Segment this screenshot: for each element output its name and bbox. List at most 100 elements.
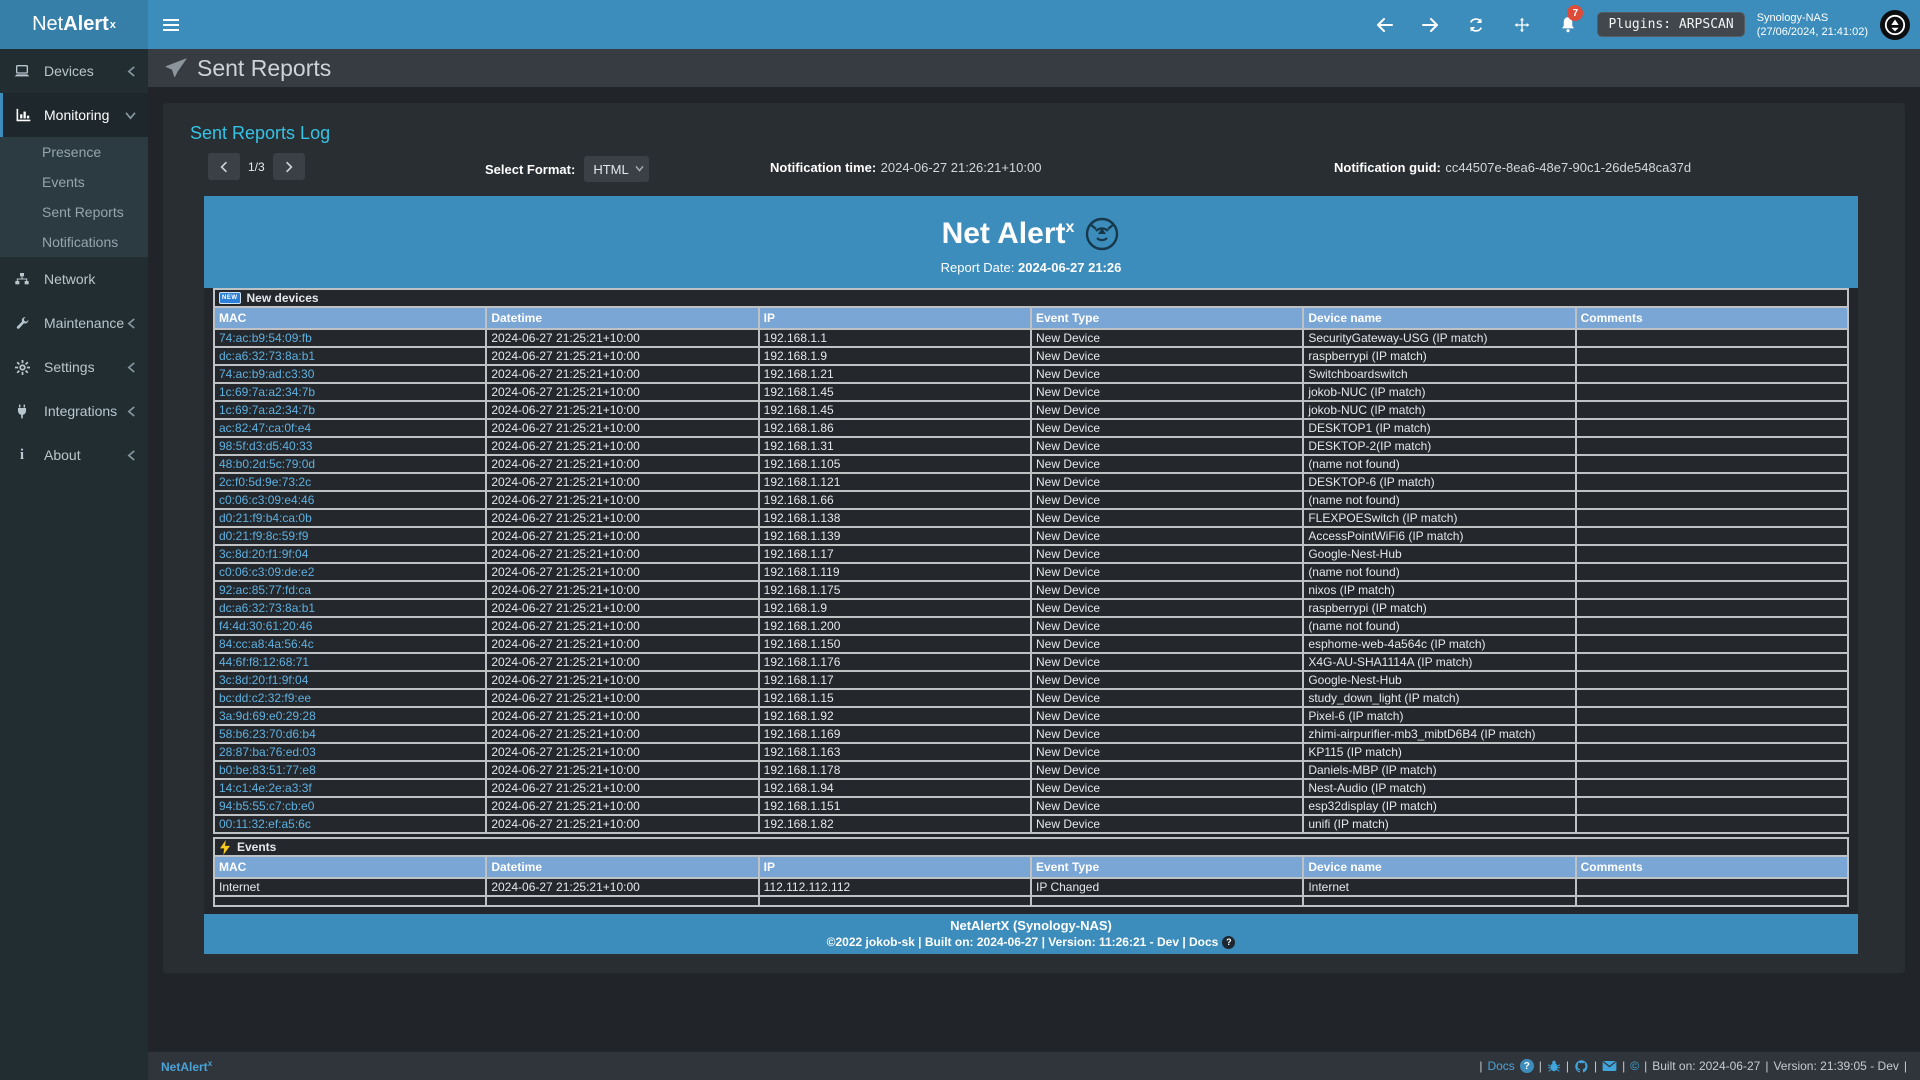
mac-link-cell[interactable]: bc:dd:c2:32:f9:ee bbox=[215, 690, 485, 706]
nav-forward-button[interactable] bbox=[1413, 0, 1447, 49]
info-icon: i bbox=[0, 447, 44, 464]
sidebar-subitem-presence[interactable]: Presence bbox=[0, 137, 148, 167]
mac-link-cell[interactable]: 94:b5:55:c7:cb:e0 bbox=[215, 798, 485, 814]
mac-link-cell[interactable]: 74:ac:b9:54:09:fb bbox=[215, 330, 485, 346]
docs-link[interactable]: Docs bbox=[1487, 1059, 1514, 1073]
notification-time-label: Notification time: bbox=[770, 160, 876, 175]
mac-link-cell[interactable]: 98:5f:d3:d5:40:33 bbox=[215, 438, 485, 454]
format-label: Select Format: bbox=[485, 162, 575, 177]
nav-move-button[interactable] bbox=[1505, 0, 1539, 49]
table-row: 84:cc:a8:4a:56:4c2024-06-27 21:25:21+10:… bbox=[215, 636, 1847, 652]
mac-link-cell[interactable]: 3a:9d:69:e0:29:28 bbox=[215, 708, 485, 724]
footer-brand-link[interactable]: NetAlertx bbox=[161, 1059, 212, 1074]
mac-link-cell[interactable]: 84:cc:a8:4a:56:4c bbox=[215, 636, 485, 652]
mac-link-cell[interactable]: 92:ac:85:77:fd:ca bbox=[215, 582, 485, 598]
table-cell bbox=[1577, 654, 1847, 670]
chart-bars-icon bbox=[3, 108, 44, 122]
table-row: 48:b0:2d:5c:79:0d2024-06-27 21:25:21+10:… bbox=[215, 456, 1847, 472]
sidebar-item-about[interactable]: i About bbox=[0, 433, 148, 477]
bug-report-icon[interactable] bbox=[1547, 1059, 1561, 1073]
nav-back-button[interactable] bbox=[1367, 0, 1401, 49]
table-cell: 2024-06-27 21:25:21+10:00 bbox=[487, 546, 757, 562]
table-cell: raspberrypi (IP match) bbox=[1304, 348, 1574, 364]
prev-page-button[interactable] bbox=[208, 153, 240, 180]
next-page-button[interactable] bbox=[273, 153, 305, 180]
separator: | bbox=[1644, 1059, 1647, 1073]
mac-link-cell[interactable]: 48:b0:2d:5c:79:0d bbox=[215, 456, 485, 472]
mac-link-cell[interactable]: ac:82:47:ca:0f:e4 bbox=[215, 420, 485, 436]
mac-link-cell[interactable]: 14:c1:4e:2e:a3:3f bbox=[215, 780, 485, 796]
table-cell bbox=[1577, 582, 1847, 598]
table-cell bbox=[1577, 726, 1847, 742]
sidebar-item-monitoring[interactable]: Monitoring bbox=[0, 93, 148, 137]
mac-link-cell[interactable]: 28:87:ba:76:ed:03 bbox=[215, 744, 485, 760]
table-cell: 192.168.1.169 bbox=[760, 726, 1030, 742]
main-content: Sent Reports Log 1/3 Select Format: HTML bbox=[148, 87, 1920, 1051]
sidebar-subitem-sent-reports[interactable]: Sent Reports bbox=[0, 197, 148, 227]
mac-link-cell[interactable]: 3c:8d:20:f1:9f:04 bbox=[215, 546, 485, 562]
chevron-left-icon bbox=[127, 406, 136, 417]
laptop-icon bbox=[0, 64, 44, 78]
table-row: 00:11:32:ef:a5:6c2024-06-27 21:25:21+10:… bbox=[215, 816, 1847, 832]
host-name: Synology-NAS bbox=[1757, 11, 1868, 25]
logo-text-normal: Net bbox=[32, 13, 63, 36]
mac-link-cell[interactable]: d0:21:f9:8c:59:f9 bbox=[215, 528, 485, 544]
user-avatar[interactable] bbox=[1880, 10, 1910, 40]
sidebar-item-network[interactable]: Network bbox=[0, 257, 148, 301]
nav-refresh-button[interactable] bbox=[1459, 0, 1493, 49]
sidebar-item-integrations[interactable]: Integrations bbox=[0, 389, 148, 433]
email-icon[interactable] bbox=[1602, 1060, 1617, 1072]
table-cell: nixos (IP match) bbox=[1304, 582, 1574, 598]
mac-link-cell[interactable]: 3c:8d:20:f1:9f:04 bbox=[215, 672, 485, 688]
question-circle-icon[interactable]: ? bbox=[1520, 1059, 1534, 1073]
plugins-status-badge[interactable]: Plugins: ARPSCAN bbox=[1597, 12, 1744, 37]
sidebar-item-label: About bbox=[44, 447, 127, 463]
logo-sup: x bbox=[110, 19, 116, 31]
sidebar-item-label: Devices bbox=[44, 63, 127, 79]
page-footer: NetAlertx | Docs ? | | | | © | Built on:… bbox=[148, 1051, 1920, 1080]
table-cell: DESKTOP-2(IP match) bbox=[1304, 438, 1574, 454]
table-cell: 2024-06-27 21:25:21+10:00 bbox=[487, 384, 757, 400]
table-row: 92:ac:85:77:fd:ca2024-06-27 21:25:21+10:… bbox=[215, 582, 1847, 598]
column-header: MAC bbox=[215, 308, 485, 328]
page-title: Sent Reports bbox=[197, 55, 331, 82]
sidebar-item-maintenance[interactable]: Maintenance bbox=[0, 301, 148, 345]
mac-link-cell[interactable]: dc:a6:32:73:8a:b1 bbox=[215, 600, 485, 616]
table-cell: DESKTOP-6 (IP match) bbox=[1304, 474, 1574, 490]
mac-link-cell[interactable]: 2c:f0:5d:9e:73:2c bbox=[215, 474, 485, 490]
sidebar-item-settings[interactable]: Settings bbox=[0, 345, 148, 389]
app-logo[interactable]: NetAlertx bbox=[0, 0, 148, 49]
nav-notifications-button[interactable]: 7 bbox=[1551, 0, 1585, 49]
report-header: Net Alertx Report Date: 2024-06-27 21:26 bbox=[204, 196, 1858, 288]
mac-link-cell[interactable]: 44:6f:f8:12:68:71 bbox=[215, 654, 485, 670]
card-title[interactable]: Sent Reports Log bbox=[190, 123, 330, 144]
table-cell: New Device bbox=[1032, 780, 1302, 796]
sidebar-toggle-button[interactable] bbox=[148, 0, 194, 49]
mac-link-cell[interactable]: 74:ac:b9:ad:c3:30 bbox=[215, 366, 485, 382]
github-icon[interactable] bbox=[1574, 1059, 1589, 1074]
mac-link-cell[interactable]: 58:b6:23:70:d6:b4 bbox=[215, 726, 485, 742]
mac-link-cell[interactable]: c0:06:c3:09:e4:46 bbox=[215, 492, 485, 508]
report-date: Report Date: 2024-06-27 21:26 bbox=[941, 260, 1122, 275]
copyright-icon[interactable]: © bbox=[1630, 1059, 1639, 1073]
sidebar-subitem-events[interactable]: Events bbox=[0, 167, 148, 197]
format-select[interactable]: HTML bbox=[584, 156, 648, 182]
mac-link-cell[interactable]: 1c:69:7a:a2:34:7b bbox=[215, 402, 485, 418]
table-cell bbox=[1577, 348, 1847, 364]
mac-link-cell[interactable]: d0:21:f9:b4:ca:0b bbox=[215, 510, 485, 526]
arrow-left-icon bbox=[1376, 18, 1393, 32]
question-circle-icon: ? bbox=[1222, 936, 1235, 949]
mac-link-cell[interactable]: f4:4d:30:61:20:46 bbox=[215, 618, 485, 634]
mac-link-cell[interactable]: b0:be:83:51:77:e8 bbox=[215, 762, 485, 778]
table-cell: 192.168.1.151 bbox=[760, 798, 1030, 814]
table-cell: jokob-NUC (IP match) bbox=[1304, 402, 1574, 418]
mac-link-cell[interactable]: c0:06:c3:09:de:e2 bbox=[215, 564, 485, 580]
mac-link-cell[interactable]: 00:11:32:ef:a5:6c bbox=[215, 816, 485, 832]
mac-link-cell[interactable]: 1c:69:7a:a2:34:7b bbox=[215, 384, 485, 400]
table-cell: New Device bbox=[1032, 420, 1302, 436]
chevron-left-icon bbox=[127, 362, 136, 373]
paper-plane-icon bbox=[165, 58, 187, 78]
sidebar-subitem-notifications[interactable]: Notifications bbox=[0, 227, 148, 257]
mac-link-cell[interactable]: dc:a6:32:73:8a:b1 bbox=[215, 348, 485, 364]
sidebar-item-devices[interactable]: Devices bbox=[0, 49, 148, 93]
